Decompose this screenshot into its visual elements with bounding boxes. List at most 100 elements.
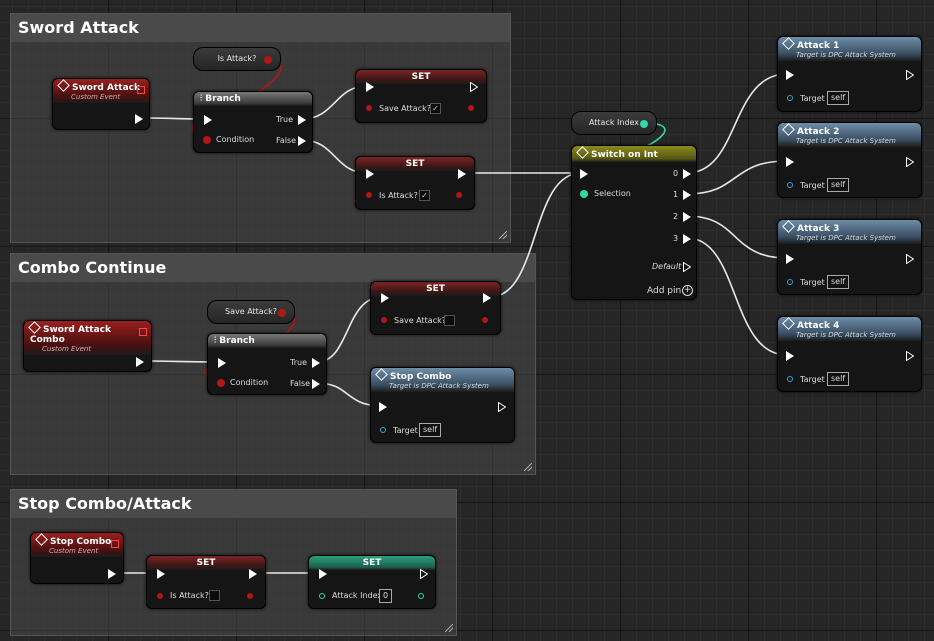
event-node-sword-attack[interactable]: Sword Attack Custom Event: [52, 78, 150, 130]
target-self-field[interactable]: self: [827, 275, 850, 289]
exec-out-pin[interactable]: [906, 351, 914, 361]
node-header[interactable]: Sword Attack Combo Custom Event: [24, 321, 151, 355]
exec-in-pin[interactable]: [786, 254, 794, 264]
target-pin[interactable]: [787, 182, 793, 188]
exec-in-pin[interactable]: [366, 169, 374, 179]
attack-index-field[interactable]: 0: [379, 589, 393, 603]
node-header[interactable]: ⫶ Branch: [208, 334, 326, 348]
node-header[interactable]: SET: [371, 282, 500, 296]
node-header[interactable]: Stop Combo Custom Event: [31, 533, 123, 557]
bool-out-pin[interactable]: [247, 593, 253, 599]
bool-out-pin[interactable]: [468, 105, 474, 111]
exec-true-pin[interactable]: [298, 115, 306, 125]
exec-in-pin[interactable]: [786, 351, 794, 361]
exec-out-pin[interactable]: [498, 402, 506, 412]
set-node-is-attack[interactable]: SET Is Attack? ✓: [355, 156, 475, 210]
node-header[interactable]: Sword Attack Custom Event: [53, 79, 149, 103]
delegate-pin-icon[interactable]: [111, 540, 119, 548]
is-attack-checkbox[interactable]: [209, 590, 220, 601]
bool-out-pin[interactable]: [278, 309, 286, 317]
target-pin[interactable]: [787, 376, 793, 382]
exec-default-pin[interactable]: [683, 262, 691, 272]
node-header[interactable]: Attack 4 Target is DPC Attack System: [778, 317, 921, 341]
function-node-attack-3[interactable]: Attack 3 Target is DPC Attack System Tar…: [777, 219, 922, 295]
exec-out-pin-0[interactable]: [683, 169, 691, 179]
branch-node-2[interactable]: ⫶ Branch Condition True False: [207, 333, 327, 395]
function-node-attack-4[interactable]: Attack 4 Target is DPC Attack System Tar…: [777, 316, 922, 392]
getter-is-attack[interactable]: Is Attack?: [193, 47, 281, 71]
exec-in-pin[interactable]: [379, 402, 387, 412]
is-attack-checkbox[interactable]: ✓: [419, 190, 430, 201]
exec-in-pin[interactable]: [381, 293, 389, 303]
save-attack-checkbox[interactable]: ✓: [430, 103, 441, 114]
exec-true-pin[interactable]: [312, 358, 320, 368]
target-self-field[interactable]: self: [827, 91, 850, 105]
target-pin[interactable]: [380, 427, 386, 433]
exec-false-pin[interactable]: [298, 136, 306, 146]
exec-in-pin[interactable]: [580, 169, 588, 179]
node-header[interactable]: SET: [356, 70, 486, 84]
exec-out-pin[interactable]: [108, 569, 116, 579]
target-self-field[interactable]: self: [827, 178, 850, 192]
node-header[interactable]: Attack 3 Target is DPC Attack System: [778, 220, 921, 244]
int-out-pin[interactable]: [418, 593, 424, 599]
event-node-stop-combo[interactable]: Stop Combo Custom Event: [30, 532, 124, 584]
function-node-stop-combo[interactable]: Stop Combo Target is DPC Attack System T…: [370, 367, 515, 443]
exec-in-pin[interactable]: [157, 569, 165, 579]
condition-pin[interactable]: [217, 379, 225, 387]
node-header[interactable]: ⫶ Branch: [194, 92, 312, 106]
exec-out-pin[interactable]: [470, 82, 478, 92]
exec-in-pin[interactable]: [786, 157, 794, 167]
exec-out-pin[interactable]: [135, 114, 143, 124]
exec-out-pin-3[interactable]: [683, 234, 691, 244]
exec-out-pin-2[interactable]: [683, 212, 691, 222]
exec-false-pin[interactable]: [312, 379, 320, 389]
set-node-save-attack-true[interactable]: SET Save Attack? ✓: [355, 69, 487, 123]
exec-out-pin[interactable]: [906, 157, 914, 167]
getter-attack-index[interactable]: Attack Index: [571, 111, 657, 135]
node-header[interactable]: Switch on Int: [572, 146, 696, 162]
bool-out-pin[interactable]: [482, 317, 488, 323]
exec-out-pin[interactable]: [136, 357, 144, 367]
bool-in-pin[interactable]: [366, 192, 372, 198]
target-pin[interactable]: [787, 95, 793, 101]
selection-pin[interactable]: [580, 190, 588, 198]
condition-pin[interactable]: [203, 136, 211, 144]
exec-out-pin[interactable]: [906, 254, 914, 264]
exec-out-pin[interactable]: [420, 569, 428, 579]
getter-save-attack[interactable]: Save Attack?: [207, 300, 295, 324]
set-node-save-attack-combo[interactable]: SET Save Attack?: [370, 281, 501, 335]
bool-in-pin[interactable]: [366, 105, 372, 111]
bool-out-pin[interactable]: [264, 56, 272, 64]
set-node-is-attack-stop[interactable]: SET Is Attack?: [146, 555, 266, 609]
exec-in-pin[interactable]: [786, 70, 794, 80]
set-node-attack-index[interactable]: SET Attack Index 0: [308, 555, 436, 609]
node-header[interactable]: SET: [147, 556, 265, 570]
exec-in-pin[interactable]: [366, 82, 374, 92]
node-header[interactable]: Stop Combo Target is DPC Attack System: [371, 368, 514, 392]
int-out-pin[interactable]: [640, 120, 648, 128]
bool-in-pin[interactable]: [381, 317, 387, 323]
exec-out-pin-1[interactable]: [683, 190, 691, 200]
delegate-pin-icon[interactable]: [139, 328, 147, 336]
node-header[interactable]: SET: [309, 556, 435, 570]
node-header[interactable]: Attack 2 Target is DPC Attack System: [778, 123, 921, 147]
exec-out-pin[interactable]: [249, 569, 257, 579]
delegate-pin-icon[interactable]: [137, 86, 145, 94]
target-pin[interactable]: [787, 279, 793, 285]
function-node-attack-2[interactable]: Attack 2 Target is DPC Attack System Tar…: [777, 122, 922, 198]
save-attack-checkbox[interactable]: [444, 315, 455, 326]
branch-node-1[interactable]: ⫶ Branch Condition True False: [193, 91, 313, 153]
exec-in-pin[interactable]: [319, 569, 327, 579]
add-pin-label[interactable]: Add pin: [647, 286, 681, 296]
exec-out-pin[interactable]: [458, 169, 466, 179]
node-header[interactable]: Attack 1 Target is DPC Attack System: [778, 37, 921, 61]
event-node-sword-attack-combo[interactable]: Sword Attack Combo Custom Event: [23, 320, 152, 372]
target-self-field[interactable]: self: [827, 372, 850, 386]
bool-in-pin[interactable]: [157, 593, 163, 599]
exec-out-pin[interactable]: [483, 293, 491, 303]
plus-circle-icon[interactable]: +: [682, 285, 693, 296]
function-node-attack-1[interactable]: Attack 1 Target is DPC Attack System Tar…: [777, 36, 922, 112]
exec-in-pin[interactable]: [204, 115, 212, 125]
exec-out-pin[interactable]: [906, 70, 914, 80]
